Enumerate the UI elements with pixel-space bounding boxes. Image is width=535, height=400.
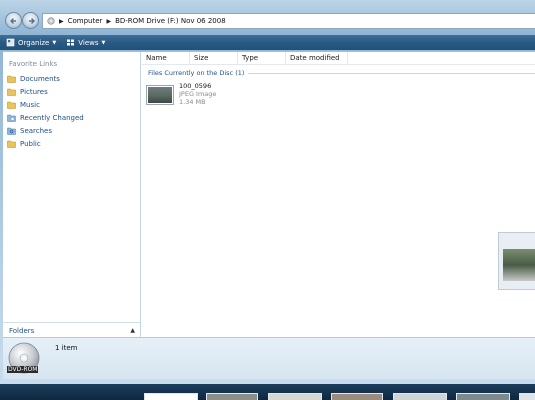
fav-item-searches[interactable]: Searches (7, 124, 84, 137)
address-bar[interactable]: ▶ Computer ▶ BD-ROM Drive (F:) Nov 06 20… (42, 13, 535, 29)
column-header-size[interactable]: Size (190, 52, 238, 65)
fav-item-pictures[interactable]: Pictures (7, 85, 84, 98)
column-header-type[interactable]: Type (238, 52, 286, 65)
fav-item-documents[interactable]: Documents (7, 72, 84, 85)
details-pane: DVD-ROM 1 item (3, 337, 535, 379)
fav-item-label: Recently Changed (20, 113, 84, 122)
forward-arrow-icon (29, 18, 35, 24)
content-area: Favorite Links Documents Pictures Music … (3, 51, 535, 338)
fav-item-label: Music (20, 100, 40, 109)
folder-icon (7, 140, 16, 148)
views-button[interactable]: Views ▼ (66, 38, 105, 47)
search-folder-icon (7, 127, 16, 135)
column-header-date-modified[interactable]: Date modified (286, 52, 348, 65)
fav-item-label: Documents (20, 74, 60, 83)
file-size: 1.34 MB (179, 98, 206, 106)
folder-icon (7, 75, 16, 83)
taskbar-thumbnail[interactable] (456, 393, 510, 400)
preview-photo (503, 249, 535, 281)
breadcrumb-separator[interactable]: ▶ (106, 18, 111, 25)
forward-button[interactable] (22, 12, 39, 29)
toolbar: Organize ▼ Views ▼ (0, 35, 535, 50)
taskbar-thumbnail[interactable] (206, 393, 258, 400)
floating-preview-window[interactable] (498, 232, 535, 290)
group-divider (248, 73, 535, 74)
column-headers: Name Size Type Date modified (142, 52, 535, 65)
file-list-pane: Name Size Type Date modified Files Curre… (142, 52, 535, 338)
back-button[interactable] (5, 12, 22, 29)
drive-type-label: DVD-ROM (7, 366, 39, 373)
taskbar-thumbnail[interactable] (268, 393, 322, 400)
chevron-down-icon: ▼ (101, 39, 106, 46)
explorer-window: ▶ Computer ▶ BD-ROM Drive (F:) Nov 06 20… (0, 0, 535, 384)
folders-toggle[interactable]: Folders ▲ (3, 322, 140, 338)
chevron-up-icon: ▲ (130, 327, 135, 334)
views-icon (67, 39, 75, 46)
favorite-links-list: Documents Pictures Music Recently Change… (7, 72, 84, 150)
photo-thumbnail-icon (148, 87, 172, 103)
views-label: Views (78, 38, 99, 47)
group-header-label: Files Currently on the Disc (1) (148, 69, 245, 77)
address-row: ▶ Computer ▶ BD-ROM Drive (F:) Nov 06 20… (0, 8, 535, 36)
folders-label: Folders (9, 326, 35, 335)
folder-icon (7, 88, 16, 96)
breadcrumb-computer[interactable]: Computer (68, 17, 103, 25)
chevron-down-icon: ▼ (52, 39, 57, 46)
breadcrumb-drive[interactable]: BD-ROM Drive (F:) Nov 06 2008 (115, 17, 226, 25)
fav-item-music[interactable]: Music (7, 98, 84, 111)
taskbar-thumbnail[interactable] (519, 393, 535, 400)
folder-icon (7, 101, 16, 109)
organize-button[interactable]: Organize ▼ (6, 38, 56, 47)
navigation-pane: Favorite Links Documents Pictures Music … (3, 52, 141, 338)
fav-item-public[interactable]: Public (7, 137, 84, 150)
taskbar (0, 384, 535, 400)
file-type: JPEG Image (179, 90, 217, 98)
fav-item-recently-changed[interactable]: Recently Changed (7, 111, 84, 124)
fav-item-label: Pictures (20, 87, 48, 96)
fav-item-label: Searches (20, 126, 53, 135)
fav-item-label: Public (20, 139, 41, 148)
breadcrumb-separator: ▶ (59, 17, 64, 25)
back-arrow-icon (10, 18, 16, 24)
recent-icon (7, 114, 16, 122)
taskbar-thumbnail[interactable] (393, 393, 447, 400)
favorite-links-title: Favorite Links (9, 60, 58, 68)
file-thumbnail (146, 85, 174, 105)
file-name: 100_0596 (179, 82, 212, 90)
drive-icon (47, 17, 55, 25)
organize-label: Organize (18, 38, 50, 47)
file-meta: 100_0596 JPEG Image 1.34 MB (179, 82, 216, 110)
taskbar-thumbnail[interactable] (144, 393, 198, 400)
file-item[interactable]: 100_0596 JPEG Image 1.34 MB (146, 82, 256, 110)
group-header[interactable]: Files Currently on the Disc (1) (148, 68, 535, 78)
column-header-name[interactable]: Name (142, 52, 190, 65)
item-count: 1 item (55, 344, 78, 352)
organize-icon (6, 38, 15, 47)
taskbar-thumbnail[interactable] (331, 393, 383, 400)
